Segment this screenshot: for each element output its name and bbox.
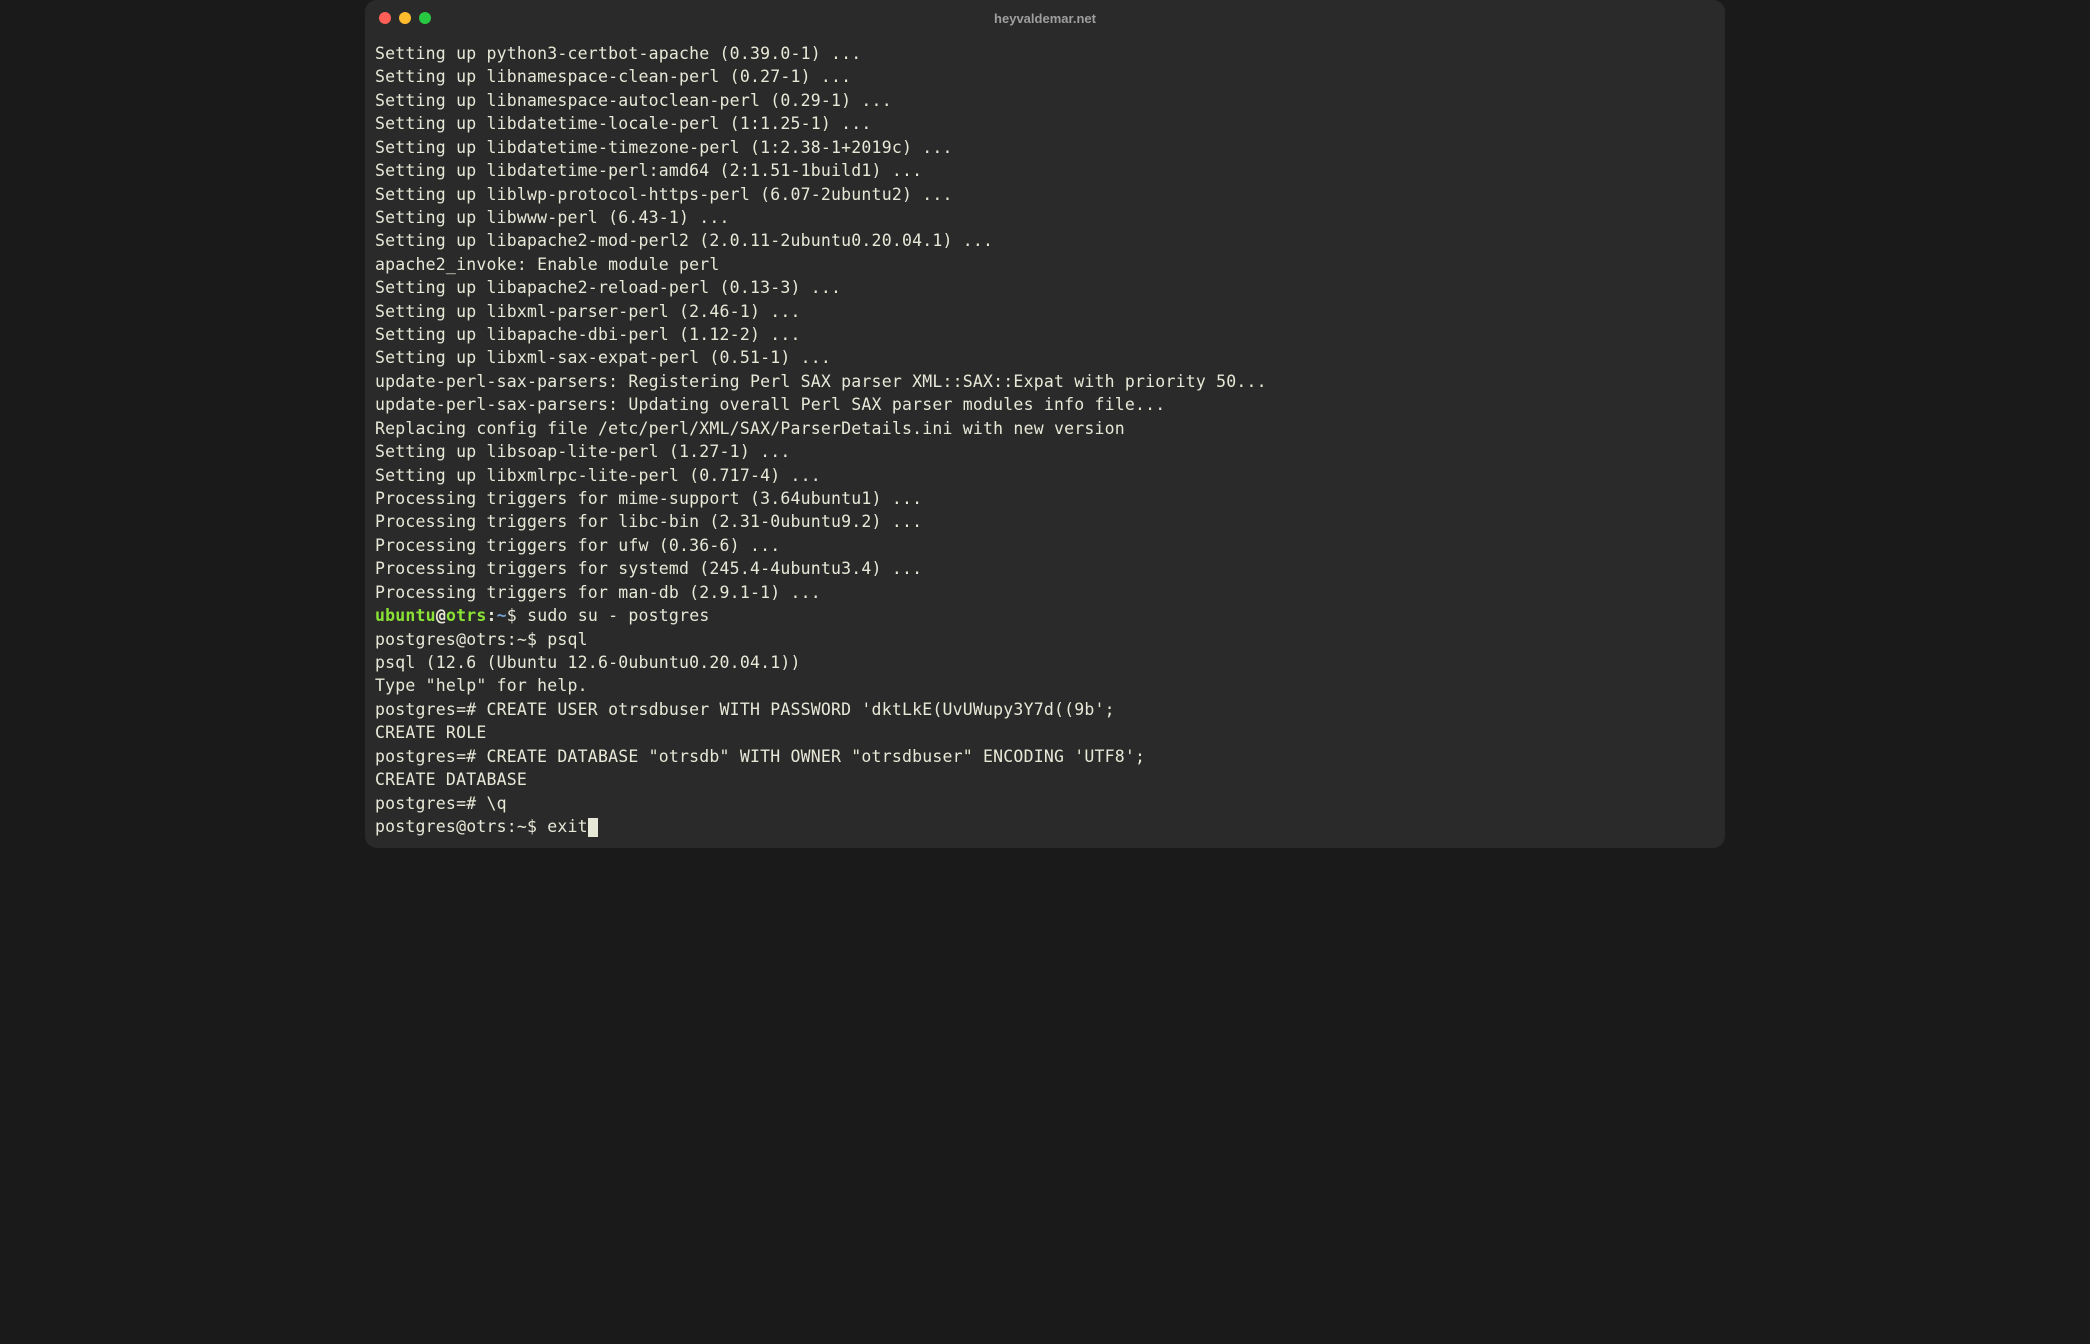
close-button[interactable] [379, 12, 391, 24]
traffic-lights [379, 12, 431, 24]
output-line: Setting up libdatetime-perl:amd64 (2:1.5… [375, 159, 1715, 182]
output-line: Setting up python3-certbot-apache (0.39.… [375, 42, 1715, 65]
output-line: Setting up liblwp-protocol-https-perl (6… [375, 183, 1715, 206]
output-line: Type "help" for help. [375, 674, 1715, 697]
prompt-host: otrs [446, 606, 487, 625]
terminal-window: heyvaldemar.net Setting up python3-certb… [365, 0, 1725, 848]
current-prompt-line: postgres@otrs:~$ exit [375, 815, 1715, 838]
output-line: update-perl-sax-parsers: Registering Per… [375, 370, 1715, 393]
output-line: Setting up libdatetime-timezone-perl (1:… [375, 136, 1715, 159]
output-line: Setting up libnamespace-autoclean-perl (… [375, 89, 1715, 112]
output-line: update-perl-sax-parsers: Updating overal… [375, 393, 1715, 416]
window-title: heyvaldemar.net [994, 11, 1096, 26]
output-line: Setting up libxml-sax-expat-perl (0.51-1… [375, 346, 1715, 369]
terminal-body[interactable]: Setting up python3-certbot-apache (0.39.… [365, 36, 1725, 848]
output-line: Processing triggers for libc-bin (2.31-0… [375, 510, 1715, 533]
output-line: CREATE DATABASE [375, 768, 1715, 791]
output-line: postgres=# CREATE USER otrsdbuser WITH P… [375, 698, 1715, 721]
output-line: Processing triggers for systemd (245.4-4… [375, 557, 1715, 580]
prompt-colon: : [487, 606, 497, 625]
output-line: Processing triggers for ufw (0.36-6) ... [375, 534, 1715, 557]
prompt-at: @ [436, 606, 446, 625]
output-line: Setting up libxml-parser-perl (2.46-1) .… [375, 300, 1715, 323]
output-line: apache2_invoke: Enable module perl [375, 253, 1715, 276]
cursor [588, 818, 598, 837]
typed-command: exit [547, 817, 588, 836]
prompt-user: ubuntu [375, 606, 436, 625]
output-line: Setting up libapache-dbi-perl (1.12-2) .… [375, 323, 1715, 346]
output-line: Setting up libnamespace-clean-perl (0.27… [375, 65, 1715, 88]
prompt-line: ubuntu@otrs:~$ sudo su - postgres [375, 604, 1715, 627]
prompt-text: postgres@otrs:~$ [375, 817, 547, 836]
command-text: sudo su - postgres [527, 606, 709, 625]
prompt-path: ~ [497, 606, 507, 625]
output-line: postgres@otrs:~$ psql [375, 628, 1715, 651]
output-line: Setting up libapache2-reload-perl (0.13-… [375, 276, 1715, 299]
titlebar: heyvaldemar.net [365, 0, 1725, 36]
output-line: Processing triggers for mime-support (3.… [375, 487, 1715, 510]
output-line: Processing triggers for man-db (2.9.1-1)… [375, 581, 1715, 604]
output-line: Setting up libxmlrpc-lite-perl (0.717-4)… [375, 464, 1715, 487]
output-line: Setting up libapache2-mod-perl2 (2.0.11-… [375, 229, 1715, 252]
output-line: Setting up libsoap-lite-perl (1.27-1) ..… [375, 440, 1715, 463]
output-line: postgres=# CREATE DATABASE "otrsdb" WITH… [375, 745, 1715, 768]
output-line: CREATE ROLE [375, 721, 1715, 744]
output-line: Replacing config file /etc/perl/XML/SAX/… [375, 417, 1715, 440]
prompt-symbol: $ [507, 606, 517, 625]
output-line: postgres=# \q [375, 792, 1715, 815]
output-line: Setting up libdatetime-locale-perl (1:1.… [375, 112, 1715, 135]
output-line: Setting up libwww-perl (6.43-1) ... [375, 206, 1715, 229]
minimize-button[interactable] [399, 12, 411, 24]
output-line: psql (12.6 (Ubuntu 12.6-0ubuntu0.20.04.1… [375, 651, 1715, 674]
maximize-button[interactable] [419, 12, 431, 24]
